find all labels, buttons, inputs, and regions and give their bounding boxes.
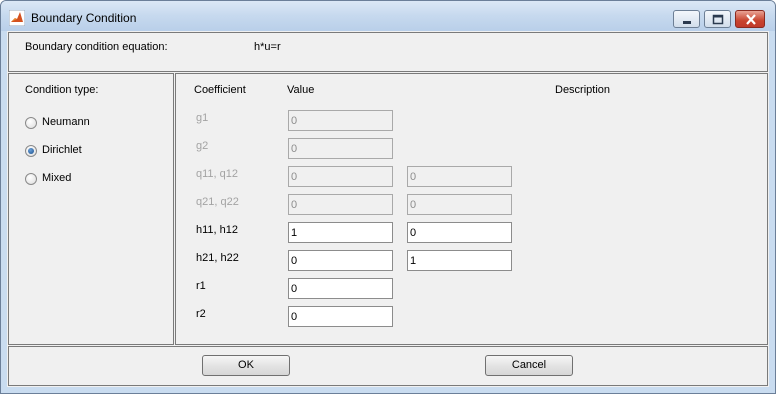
minimize-icon (683, 21, 691, 24)
h12-field[interactable]: 0 (407, 222, 512, 243)
condition-type-panel: Condition type: Neumann Dirichlet Mixed (8, 73, 174, 345)
coef-label-g1: g1 (196, 112, 209, 124)
mixed-label[interactable]: Mixed (42, 172, 71, 184)
q12-field[interactable]: 0 (407, 166, 512, 187)
h11-field[interactable]: 1 (288, 222, 393, 243)
condition-type-label: Condition type: (25, 84, 99, 96)
r1-field[interactable]: 0 (288, 278, 393, 299)
h21-field[interactable]: 0 (288, 250, 393, 271)
equation-label: Boundary condition equation: (25, 41, 168, 53)
coef-label-r2: r2 (196, 308, 206, 320)
coef-label-g2: g2 (196, 140, 209, 152)
dialog-body: Boundary condition equation: h*u=r Condi… (7, 31, 769, 387)
restore-icon (712, 14, 724, 25)
neumann-label[interactable]: Neumann (42, 116, 90, 128)
ok-button[interactable]: OK (202, 355, 290, 376)
r2-field[interactable]: 0 (288, 306, 393, 327)
g2-field[interactable]: 0 (288, 138, 393, 159)
coef-label-q1: q11, q12 (196, 168, 239, 180)
window-title: Boundary Condition (31, 11, 137, 25)
maximize-button[interactable] (704, 10, 731, 28)
close-button[interactable] (735, 10, 765, 28)
equation-value: h*u=r (254, 41, 281, 53)
close-icon (746, 14, 756, 25)
description-header: Description (555, 84, 611, 96)
coefficients-panel: Coefficient Value Description g1 0 g2 0 … (175, 73, 768, 345)
dirichlet-radio[interactable] (25, 145, 37, 157)
q11-field[interactable]: 0 (288, 166, 393, 187)
coef-label-q2: q21, q22 (196, 196, 239, 208)
coefficient-header: Coefficient (194, 84, 246, 96)
button-panel: OK Cancel (8, 346, 768, 386)
h22-field[interactable]: 1 (407, 250, 512, 271)
g1-field[interactable]: 0 (288, 110, 393, 131)
title-bar: Boundary Condition (1, 1, 775, 31)
cancel-button[interactable]: Cancel (485, 355, 573, 376)
coef-label-h1: h11, h12 (196, 224, 239, 236)
equation-panel: Boundary condition equation: h*u=r (8, 32, 768, 72)
dirichlet-label[interactable]: Dirichlet (42, 144, 82, 156)
value-header: Value (287, 84, 315, 96)
mixed-radio[interactable] (25, 173, 37, 185)
coef-label-h2: h21, h22 (196, 252, 239, 264)
q22-field[interactable]: 0 (407, 194, 512, 215)
matlab-icon (9, 10, 25, 26)
neumann-radio[interactable] (25, 117, 37, 129)
boundary-condition-dialog: Boundary Condition Boundary condition eq… (0, 0, 776, 394)
coef-label-r1: r1 (196, 280, 206, 292)
q21-field[interactable]: 0 (288, 194, 393, 215)
minimize-button[interactable] (673, 10, 700, 28)
